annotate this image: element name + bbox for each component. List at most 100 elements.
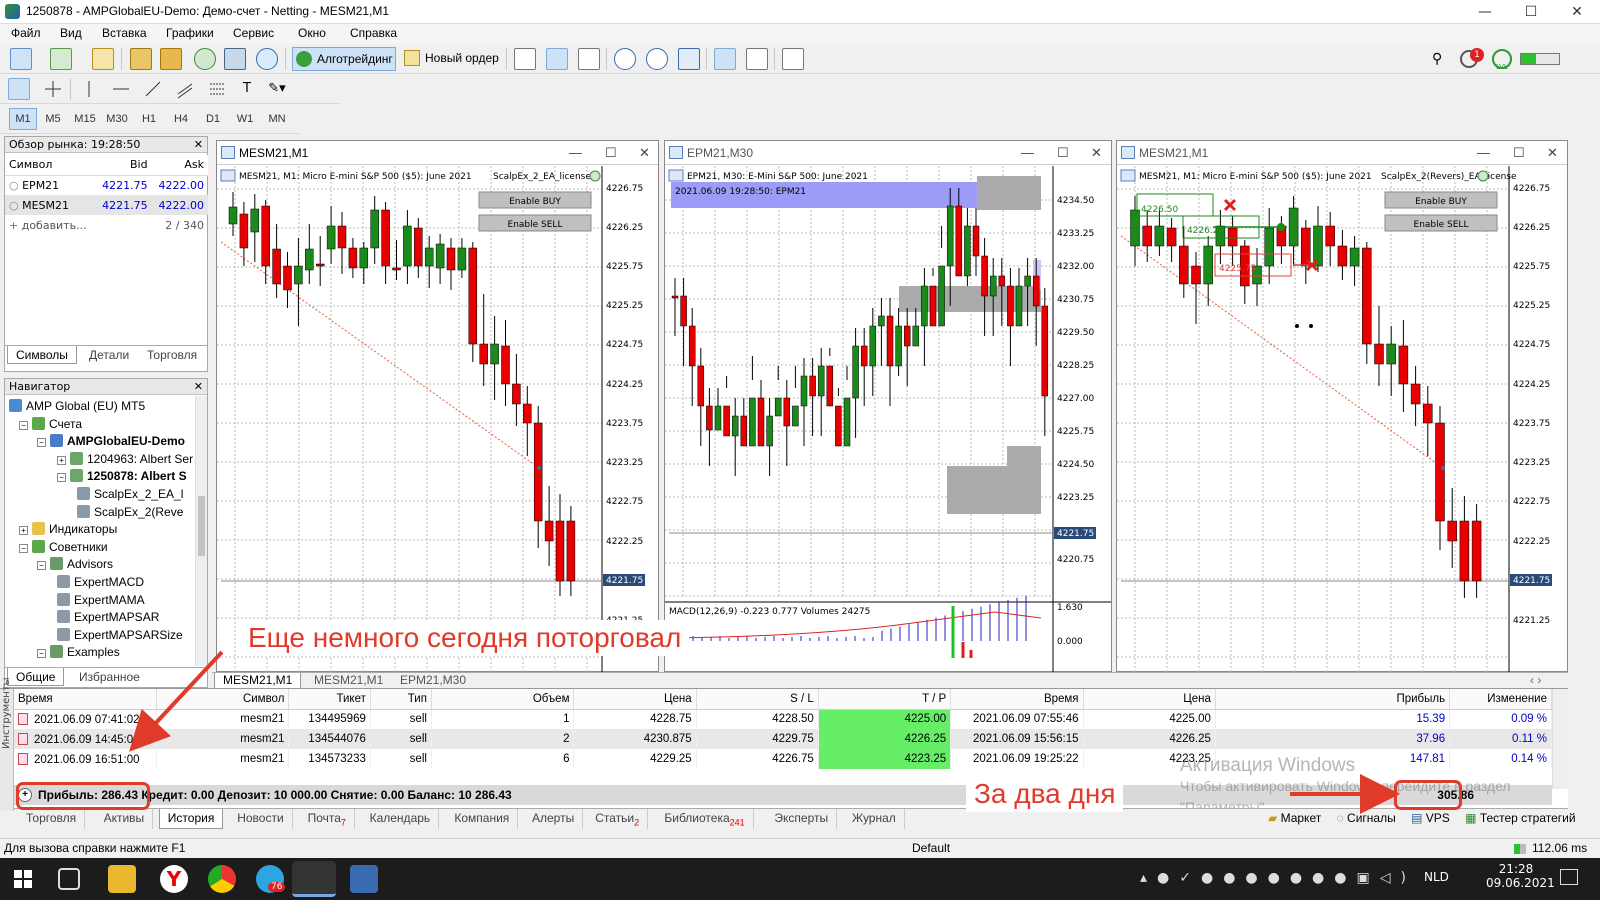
maximize-icon[interactable]: ☐: [1513, 141, 1525, 165]
windows-start-icon[interactable]: [14, 870, 32, 888]
tf-w1[interactable]: W1: [231, 108, 259, 130]
notifications-icon[interactable]: [1560, 869, 1578, 885]
col-ask[interactable]: Ask: [151, 155, 208, 176]
tf-h1[interactable]: H1: [135, 108, 163, 130]
history-scrollbar[interactable]: [1552, 689, 1568, 789]
menu-file[interactable]: Файл: [11, 26, 41, 40]
tree-expander-icon[interactable]: −: [37, 561, 46, 571]
text-tool-icon[interactable]: T: [236, 78, 258, 100]
history-col-header[interactable]: Цена: [1083, 689, 1216, 710]
crosshair-icon[interactable]: [42, 78, 64, 100]
col-bid[interactable]: Bid: [95, 155, 152, 176]
minimize-icon[interactable]: —: [1021, 141, 1034, 165]
candlestick-icon[interactable]: [546, 48, 568, 70]
tree-expander-icon[interactable]: −: [37, 438, 46, 448]
tf-m30[interactable]: M30: [103, 108, 131, 130]
periods-icon[interactable]: [782, 48, 804, 70]
navigator-item[interactable]: ExpertMAMA: [57, 591, 145, 609]
close-icon[interactable]: ✕: [1547, 141, 1558, 165]
minimize-button[interactable]: —: [1462, 0, 1508, 24]
tray-language[interactable]: NLD: [1424, 870, 1449, 884]
price-chart[interactable]: 4226.75 4226.25 4225.75 4225.25 4224.75 4224.…: [217, 166, 658, 672]
terminal-tab[interactable]: История: [158, 809, 224, 829]
terminal-tab[interactable]: Почта7: [300, 809, 355, 829]
vertical-line-icon[interactable]: [78, 78, 100, 100]
terminal-tab[interactable]: Новости: [229, 809, 293, 829]
network-app-icon[interactable]: [350, 865, 378, 893]
tf-m15[interactable]: M15: [71, 108, 99, 130]
market-link[interactable]: ▰ Маркет: [1268, 811, 1321, 825]
symbol-row[interactable]: ○ MESM21 4221.75 4222.00: [5, 195, 208, 215]
navigator-item[interactable]: ExpertMAPSARSize: [57, 626, 183, 644]
close-icon[interactable]: ✕: [1091, 141, 1102, 165]
navigator-item[interactable]: − Счета: [19, 415, 82, 433]
file-explorer-icon[interactable]: [108, 865, 136, 893]
history-col-header[interactable]: Время: [14, 689, 158, 710]
table-row[interactable]: 2021.06.09 14:45:00 mesm21 134544076 sell 2 4…: [14, 729, 1552, 749]
menu-window[interactable]: Окно: [298, 26, 326, 40]
chart-tab-2[interactable]: MESM21,M1: [306, 673, 391, 687]
add-symbol-row[interactable]: + добавить... 2 / 340: [5, 215, 208, 235]
tile-windows-icon[interactable]: [678, 48, 700, 70]
data-window-icon[interactable]: [160, 48, 182, 70]
search-icon[interactable]: ⚲: [1432, 51, 1442, 67]
tree-expander-icon[interactable]: −: [19, 543, 28, 553]
terminal-tab[interactable]: Календарь: [362, 809, 440, 829]
yandex-browser-icon[interactable]: Y: [160, 865, 188, 893]
fibonacci-icon[interactable]: [206, 78, 228, 100]
close-icon[interactable]: ✕: [194, 137, 203, 153]
tf-d1[interactable]: D1: [199, 108, 227, 130]
algotrading-button[interactable]: Алготрейдинг: [292, 47, 396, 71]
tf-mn[interactable]: MN: [263, 108, 291, 130]
navigator-item[interactable]: ScalpEx_2_EA_l: [77, 485, 183, 503]
chrome-icon[interactable]: [208, 865, 236, 893]
menu-insert[interactable]: Вставка: [102, 26, 147, 40]
line-chart-icon[interactable]: [578, 48, 600, 70]
tab-trading[interactable]: Торговля: [139, 346, 205, 364]
signals-link[interactable]: ◌ Сигналы: [1337, 811, 1396, 825]
close-icon[interactable]: ✕: [639, 141, 650, 165]
price-chart[interactable]: 4226.75 4226.25 4225.75 4225.25 4224.75 4224.…: [1117, 166, 1567, 672]
history-col-header[interactable]: Время: [950, 689, 1084, 710]
chart-window-1[interactable]: MESM21,M1 — ☐ ✕ 4226.75 4226.25 4225.75 422…: [216, 140, 659, 672]
tabs-scroll-icon[interactable]: ‹ ›: [1530, 673, 1541, 687]
terminal-tab[interactable]: Статьи2: [587, 809, 649, 829]
tf-m5[interactable]: M5: [39, 108, 67, 130]
shapes-dropdown-icon[interactable]: ✎▾: [266, 78, 288, 100]
terminal-icon[interactable]: [224, 48, 246, 70]
tree-expander-icon[interactable]: −: [37, 649, 46, 659]
minimize-icon[interactable]: —: [1477, 141, 1490, 165]
cursor-icon[interactable]: [8, 78, 30, 100]
navigator-item[interactable]: ExpertMACD: [57, 573, 144, 591]
navigator-item[interactable]: − AMPGlobalEU-Demo: [37, 432, 186, 451]
tab-favorites[interactable]: Избранное: [71, 668, 148, 686]
minimize-icon[interactable]: —: [569, 141, 582, 165]
tab-symbols[interactable]: Символы: [7, 346, 77, 364]
maximize-icon[interactable]: ☐: [1057, 141, 1069, 165]
menu-help[interactable]: Справка: [350, 26, 397, 40]
auto-scroll-icon[interactable]: [714, 48, 736, 70]
tray-clock[interactable]: 21:28 09.06.2021: [1486, 862, 1555, 890]
close-button[interactable]: ✕: [1554, 0, 1600, 24]
terminal-tab[interactable]: Библиотека241: [656, 809, 754, 829]
navigator-item[interactable]: − Examples: [37, 643, 120, 661]
strategy-tester-link[interactable]: ▦ Тестер стратегий: [1465, 811, 1575, 825]
bar-chart-icon[interactable]: [514, 48, 536, 70]
close-icon[interactable]: ✕: [194, 379, 203, 395]
zoom-out-icon[interactable]: [646, 48, 668, 70]
tree-expander-icon[interactable]: +: [19, 526, 28, 536]
terminal-tab[interactable]: Компания: [446, 809, 519, 829]
chart-tab-3[interactable]: EPM21,M30: [392, 673, 474, 687]
navigator-icon[interactable]: [194, 48, 216, 70]
navigator-item[interactable]: ExpertMAPSAR: [57, 608, 159, 626]
menu-tools[interactable]: Сервис: [233, 26, 274, 40]
history-col-header[interactable]: Прибыль: [1215, 689, 1451, 710]
tf-m1[interactable]: M1: [9, 108, 37, 130]
history-col-header[interactable]: Тип: [370, 689, 432, 710]
history-col-header[interactable]: Цена: [573, 689, 697, 710]
terminal-tab[interactable]: Эксперты: [766, 809, 838, 829]
terminal-tab[interactable]: Торговля: [18, 809, 86, 829]
navigator-item[interactable]: − Advisors: [37, 555, 113, 573]
symbol-row[interactable]: ○ EPM21 4221.75 4222.00: [5, 175, 208, 195]
maximize-icon[interactable]: ☐: [605, 141, 617, 165]
